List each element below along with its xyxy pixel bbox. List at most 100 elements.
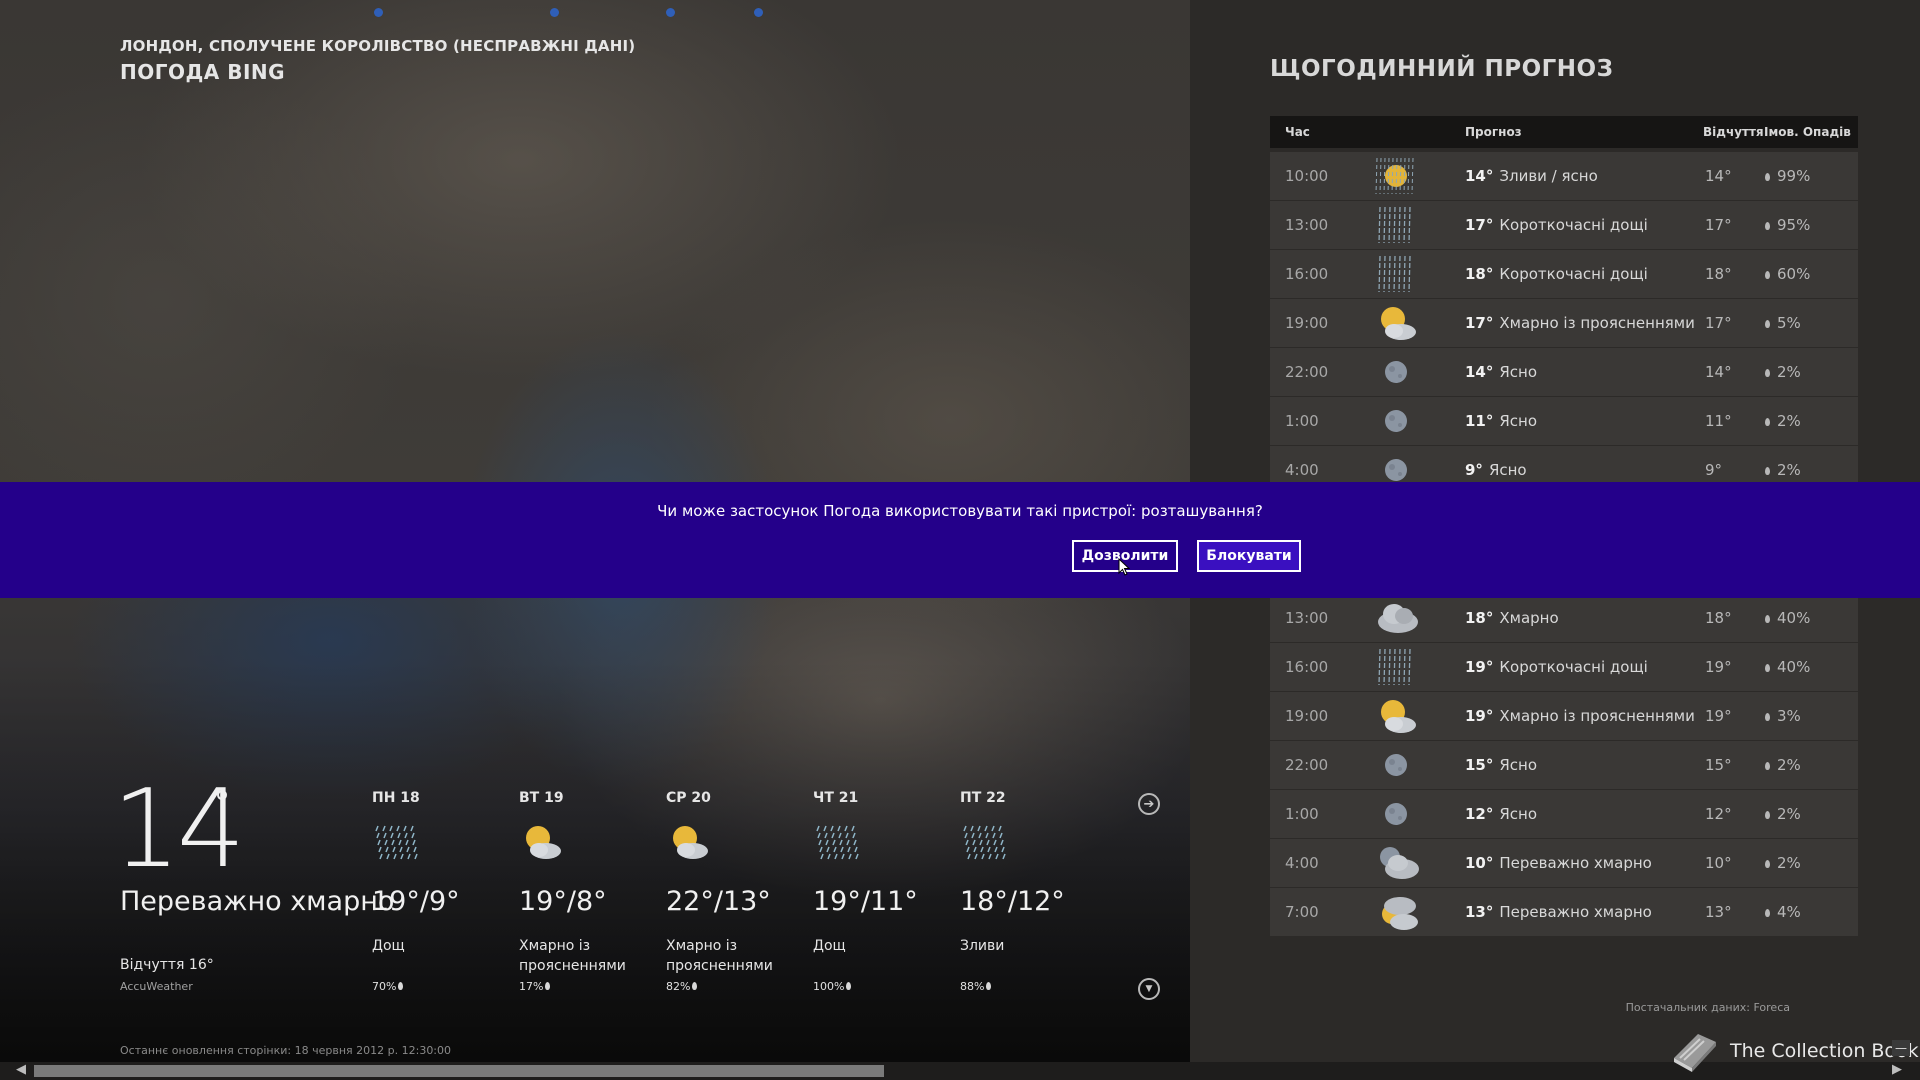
arrow-right-icon: ➔	[1143, 796, 1155, 812]
drop-icon	[1765, 615, 1770, 623]
hourly-row[interactable]: 13:00 17° Короткочасні дощі 17° 95%	[1270, 201, 1858, 249]
hourly-row[interactable]: 22:00 14° Ясно 14° 2%	[1270, 348, 1858, 396]
drop-icon	[1765, 664, 1770, 672]
daily-forecast-0[interactable]: ПН 18 19°/9° Дощ 70%	[372, 790, 522, 993]
moon-icon	[1374, 743, 1418, 787]
drop-icon	[1765, 467, 1770, 475]
partly-cloudy-icon	[1374, 301, 1418, 345]
moon-cloud-icon	[1374, 841, 1419, 885]
hourly-row[interactable]: 16:00 18° Короткочасні дощі 18° 60%	[1270, 250, 1858, 298]
row-precip: 2%	[1765, 461, 1801, 479]
row-condition: Зливи / ясно	[1499, 167, 1598, 185]
row-forecast: 17° Хмарно із проясненнями	[1465, 314, 1695, 332]
row-precip: 2%	[1765, 412, 1801, 430]
scroll-left-icon[interactable]: ◀	[16, 1062, 26, 1077]
drop-icon	[1765, 320, 1770, 328]
hourly-row[interactable]: 13:00 18° Хмарно 18° 40%	[1270, 594, 1858, 642]
header-time: Час	[1285, 125, 1310, 139]
chevron-down-icon: ▼	[1145, 984, 1153, 994]
row-temp: 17°	[1465, 216, 1494, 234]
drop-icon	[846, 982, 852, 990]
day-precip: 17%	[519, 980, 551, 993]
partly-cloudy-icon	[519, 820, 569, 864]
precip-value: 2%	[1777, 461, 1801, 479]
expand-down-button[interactable]: ▼	[1138, 978, 1160, 1000]
hourly-row[interactable]: 19:00 19° Хмарно із проясненнями 19° 3%	[1270, 692, 1858, 740]
watermark-text: The Collection Book	[1730, 1040, 1919, 1062]
row-condition: Ясно	[1499, 363, 1538, 381]
rain-icon	[372, 820, 422, 864]
daily-forecast-3[interactable]: ЧТ 21 19°/11° Дощ 100%	[813, 790, 963, 993]
loading-dot	[754, 8, 763, 17]
row-forecast: 19° Короткочасні дощі	[1465, 658, 1648, 676]
row-time: 22:00	[1285, 363, 1329, 381]
drop-icon	[1765, 713, 1770, 721]
cloudy-icon	[1374, 596, 1418, 640]
table-header: Час Прогноз Відчуття Імов. Опадів	[1270, 116, 1858, 148]
degree-symbol: °	[214, 784, 230, 822]
moon-icon	[1374, 792, 1418, 836]
day-name: ПТ 22	[960, 790, 1006, 806]
minimize-icon[interactable]: —	[1892, 1040, 1910, 1056]
day-temps: 19°/8°	[519, 886, 607, 917]
precip-value: 40%	[1777, 609, 1811, 627]
row-time: 19:00	[1285, 314, 1329, 332]
row-precip: 4%	[1765, 903, 1801, 921]
next-arrow-button[interactable]: ➔	[1138, 793, 1160, 815]
daily-forecast-2[interactable]: СР 20 22°/13° Хмарно із проясненнями 82%	[666, 790, 816, 993]
loading-dot	[666, 8, 675, 17]
row-temp: 14°	[1465, 167, 1494, 185]
row-condition: Переважно хмарно	[1499, 854, 1652, 872]
hourly-row[interactable]: 19:00 17° Хмарно із проясненнями 17° 5%	[1270, 299, 1858, 347]
row-time: 7:00	[1285, 903, 1319, 921]
row-time: 4:00	[1285, 461, 1319, 479]
row-condition: Короткочасні дощі	[1499, 658, 1648, 676]
rain-icon	[813, 820, 863, 864]
hourly-row[interactable]: 16:00 19° Короткочасні дощі 19° 40%	[1270, 643, 1858, 691]
block-button[interactable]: Блокувати	[1197, 540, 1301, 572]
moon-icon	[1374, 350, 1418, 394]
daily-forecast-1[interactable]: ВТ 19 19°/8° Хмарно із проясненнями 17%	[519, 790, 669, 993]
precip-value: 2%	[1777, 805, 1801, 823]
last-update: Останнє оновлення сторінки: 18 червня 20…	[120, 1044, 452, 1057]
header-feels: Відчуття	[1703, 125, 1764, 139]
hourly-row[interactable]: 10:00 14° Зливи / ясно 14° 99%	[1270, 152, 1858, 200]
day-temps: 19°/9°	[372, 886, 460, 917]
drop-icon	[986, 982, 992, 990]
sun-cloud-icon	[1374, 890, 1418, 934]
hourly-row[interactable]: 1:00 12° Ясно 12° 2%	[1270, 790, 1858, 838]
day-condition: Дощ	[372, 938, 405, 954]
row-temp: 19°	[1465, 658, 1494, 676]
row-feels: 17°	[1705, 314, 1732, 332]
day-precip: 70%	[372, 980, 404, 993]
row-feels: 18°	[1705, 265, 1732, 283]
row-condition: Короткочасні дощі	[1499, 265, 1648, 283]
book-icon	[1674, 1034, 1716, 1072]
hourly-row[interactable]: 7:00 13° Переважно хмарно 13° 4%	[1270, 888, 1858, 936]
daily-forecast-4[interactable]: ПТ 22 18°/12° Зливи 88%	[960, 790, 1110, 993]
day-condition: Хмарно із проясненнями	[519, 938, 626, 974]
row-forecast: 18° Хмарно	[1465, 609, 1559, 627]
day-precip: 88%	[960, 980, 992, 993]
row-feels: 13°	[1705, 903, 1732, 921]
watermark: The Collection Book	[1668, 1028, 1919, 1074]
scrollbar-thumb[interactable]	[34, 1065, 884, 1077]
data-provider[interactable]: Постачальник даних: Foreca	[1626, 1001, 1790, 1014]
data-source[interactable]: AccuWeather	[120, 980, 193, 993]
loading-dot	[550, 8, 559, 17]
row-condition: Ясно	[1499, 756, 1538, 774]
row-feels: 10°	[1705, 854, 1732, 872]
row-feels: 15°	[1705, 756, 1732, 774]
hourly-row[interactable]: 4:00 10° Переважно хмарно 10° 2%	[1270, 839, 1858, 887]
day-temps: 22°/13°	[666, 886, 771, 917]
row-time: 10:00	[1285, 167, 1329, 185]
row-forecast: 11° Ясно	[1465, 412, 1537, 430]
location-label: ЛОНДОН, СПОЛУЧЕНЕ КОРОЛІВСТВО (НЕСПРАВЖН…	[120, 37, 636, 55]
header-forecast: Прогноз	[1465, 125, 1522, 139]
hourly-row[interactable]: 22:00 15° Ясно 15° 2%	[1270, 741, 1858, 789]
row-condition: Короткочасні дощі	[1499, 216, 1648, 234]
row-time: 4:00	[1285, 854, 1319, 872]
hourly-row[interactable]: 1:00 11° Ясно 11° 2%	[1270, 397, 1858, 445]
drop-icon	[1765, 860, 1770, 868]
row-time: 1:00	[1285, 805, 1319, 823]
